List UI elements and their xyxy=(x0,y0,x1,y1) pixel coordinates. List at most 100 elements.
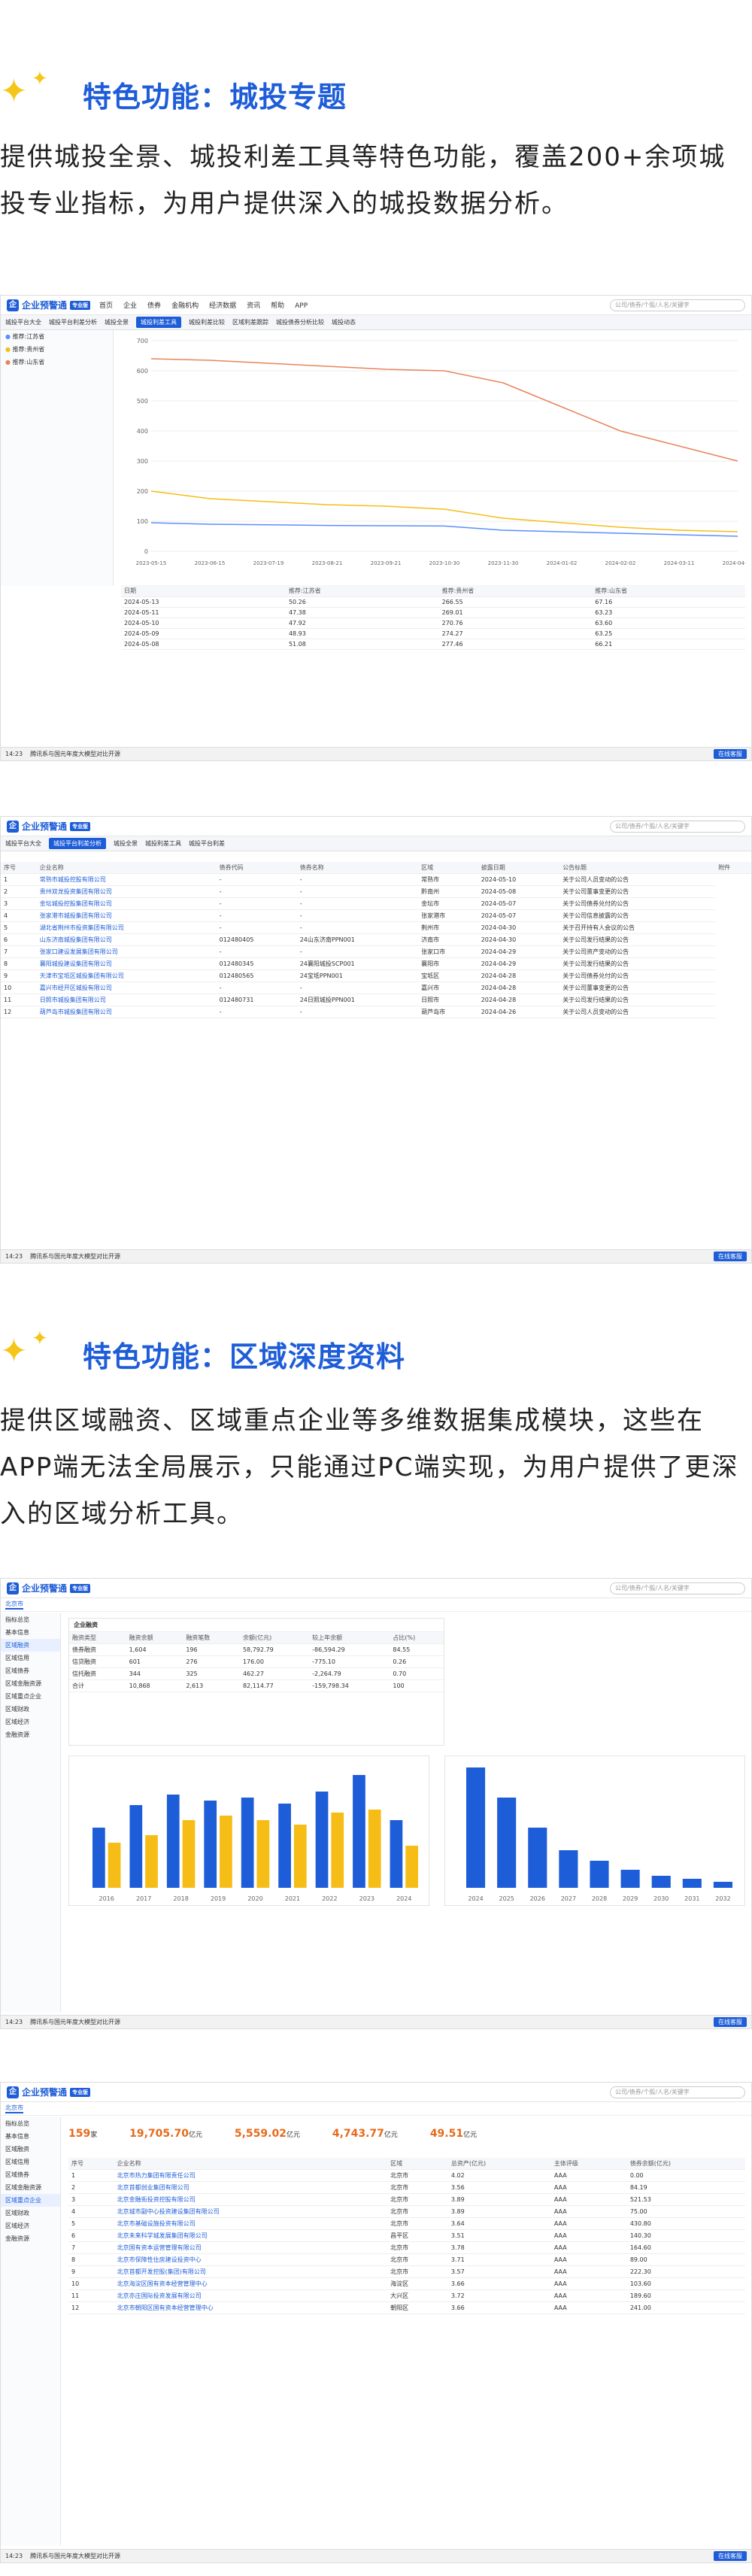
column-header[interactable]: 序号 xyxy=(1,862,37,874)
column-header[interactable]: 余额(亿元) xyxy=(239,1632,310,1644)
table-cell[interactable]: 北京市基础设施投资有限公司 xyxy=(114,2217,388,2230)
table-row[interactable]: 2024-05-11 47.38 269.01 63.23 xyxy=(121,607,745,618)
tab[interactable]: 城投全景 xyxy=(105,318,129,326)
sidebar-item[interactable]: 指标总览 xyxy=(1,2117,60,2130)
column-header[interactable]: 序号 xyxy=(68,2158,114,2170)
column-header[interactable]: 融资余额 xyxy=(126,1632,183,1644)
online-service-button[interactable]: 在线客服 xyxy=(714,749,747,759)
table-cell[interactable]: 日照市城投集团有限公司 xyxy=(36,994,217,1006)
table-row[interactable]: 12 北京市朝阳区国有资本经营管理中心 朝阳区 3.66 AAA 241.00 xyxy=(68,2301,745,2314)
tab[interactable]: 城投债券分析比较 xyxy=(276,318,324,326)
column-header[interactable]: 附件 xyxy=(715,862,751,874)
table-cell[interactable]: 贵州双龙投资集团有限公司 xyxy=(36,885,217,898)
sidebar-item[interactable]: 区域债券 xyxy=(1,1664,60,1677)
sidebar-item[interactable]: 区域信用 xyxy=(1,2156,60,2168)
sidebar-item[interactable]: 区域经济 xyxy=(1,2219,60,2232)
table-cell[interactable]: 金坛城投控股集团有限公司 xyxy=(36,897,217,910)
sidebar-item-active[interactable]: 区域重点企业 xyxy=(1,2194,60,2207)
sidebar-item[interactable]: 区域金融资源 xyxy=(1,2181,60,2194)
search-input[interactable]: 公司/债券/个股/人名/关键字 xyxy=(610,299,745,311)
nav-item[interactable]: 经济数据 xyxy=(209,302,236,310)
table-row[interactable]: 8 北京市保障性住房建设投资中心 北京市 3.71 AAA 89.00 xyxy=(68,2253,745,2266)
app-logo[interactable]: 企企业预警通 专业版 xyxy=(7,2086,91,2098)
sidebar-item[interactable]: 区域金融资源 xyxy=(1,1677,60,1690)
app-logo[interactable]: 企企业预警通 专业版 xyxy=(7,820,91,833)
column-header[interactable]: 推荐:山东省 xyxy=(592,585,745,597)
column-header[interactable]: 企业名称 xyxy=(114,2158,388,2170)
column-header[interactable]: 占比(%) xyxy=(390,1632,444,1644)
column-header[interactable]: 债券余额(亿元) xyxy=(626,2158,745,2170)
column-header[interactable]: 债券代码 xyxy=(216,862,297,874)
tab[interactable]: 城投全景 xyxy=(114,839,138,848)
table-row[interactable]: 8 襄阳城投建设集团有限公司 012480345 24襄阳城投SCP001 襄阳市 202… xyxy=(1,957,751,970)
column-header[interactable]: 日期 xyxy=(121,585,286,597)
table-row[interactable]: 2024-05-09 48.93 274.27 63.25 xyxy=(121,628,745,639)
table-cell[interactable]: 北京金融街投资控股有限公司 xyxy=(114,2193,388,2206)
table-cell[interactable]: 北京首都创业集团有限公司 xyxy=(114,2181,388,2194)
tab[interactable]: 城投利差比较 xyxy=(189,318,225,326)
region-selector[interactable]: 北京市 xyxy=(5,1600,23,1610)
table-row[interactable]: 6 山东济南城投集团有限公司 012480405 24山东济南PPN001 济南市 202… xyxy=(1,933,751,946)
table-cell[interactable]: 北京国有资本运营管理有限公司 xyxy=(114,2241,388,2254)
table-cell[interactable]: 张家口建设发展集团有限公司 xyxy=(36,945,217,958)
tab[interactable]: 城投利差工具 xyxy=(145,839,181,848)
nav-item[interactable]: 资讯 xyxy=(247,302,260,310)
tab[interactable]: 城投平台利差分析 xyxy=(49,318,97,326)
table-cell[interactable]: 襄阳城投建设集团有限公司 xyxy=(36,957,217,970)
table-row[interactable]: 6 北京未来科学城发展集团有限公司 昌平区 3.51 AAA 140.30 xyxy=(68,2229,745,2242)
sidebar-item-active[interactable]: 区域融资 xyxy=(1,1639,60,1652)
table-cell[interactable]: 北京市朝阳区国有资本经营管理中心 xyxy=(114,2301,388,2314)
nav-item[interactable]: 帮助 xyxy=(271,302,284,310)
nav-item[interactable]: APP xyxy=(295,302,308,310)
online-service-button[interactable]: 在线客服 xyxy=(714,1252,747,1261)
column-header[interactable]: 披露日期 xyxy=(478,862,560,874)
table-cell[interactable]: 湖北省荆州市投资集团有限公司 xyxy=(36,921,217,934)
tab-active[interactable]: 城投利差工具 xyxy=(136,317,181,328)
sidebar-item[interactable]: 基本信息 xyxy=(1,2130,60,2143)
nav-item[interactable]: 企业 xyxy=(123,302,137,310)
table-cell[interactable]: 张家港市城投集团有限公司 xyxy=(36,909,217,922)
table-row[interactable]: 5 北京市基础设施投资有限公司 北京市 3.64 AAA 430.80 xyxy=(68,2217,745,2230)
column-header[interactable]: 债券名称 xyxy=(296,862,419,874)
nav-item[interactable]: 首页 xyxy=(99,302,113,310)
tab-active[interactable]: 城投平台利差分析 xyxy=(49,838,106,849)
table-cell[interactable]: 葫芦岛市城投集团有限公司 xyxy=(36,1006,217,1018)
table-cell[interactable]: 山东济南城投集团有限公司 xyxy=(36,933,217,946)
table-row[interactable]: 信托融资 344 325 462.27 -2,264.79 0.70 xyxy=(69,1667,444,1680)
sidebar-item[interactable]: 指标总览 xyxy=(1,1613,60,1626)
table-row[interactable]: 3 北京金融街投资控股有限公司 北京市 3.89 AAA 521.53 xyxy=(68,2193,745,2206)
table-cell[interactable]: 北京首都开发控股(集团)有限公司 xyxy=(114,2265,388,2278)
nav-item[interactable]: 债券 xyxy=(147,302,161,310)
table-row[interactable]: 2024-05-08 51.08 277.46 66.21 xyxy=(121,639,745,650)
column-header[interactable]: 企业名称 xyxy=(36,862,217,874)
table-row[interactable]: 5 湖北省荆州市投资集团有限公司 - - 荆州市 2024-04-30 关于召开持有人会议的… xyxy=(1,921,751,934)
table-row[interactable]: 2 贵州双龙投资集团有限公司 - - 黔南州 2024-05-08 关于公司董事变更的公告 xyxy=(1,885,751,898)
table-row[interactable]: 9 北京首都开发控股(集团)有限公司 北京市 3.57 AAA 222.30 xyxy=(68,2265,745,2278)
table-row[interactable]: 7 北京国有资本运营管理有限公司 北京市 3.78 AAA 164.60 xyxy=(68,2241,745,2254)
sidebar-item[interactable]: 区域财政 xyxy=(1,1703,60,1716)
table-row[interactable]: 4 张家港市城投集团有限公司 - - 张家港市 2024-05-07 关于公司信息披露的公告 xyxy=(1,909,751,922)
search-input[interactable]: 公司/债券/个股/人名/关键字 xyxy=(610,1582,745,1594)
sidebar-item[interactable]: 金融资源 xyxy=(1,1728,60,1741)
table-row[interactable]: 10 北京海淀区国有资本经营管理中心 海淀区 3.66 AAA 103.60 xyxy=(68,2277,745,2290)
sidebar-item[interactable]: 基本信息 xyxy=(1,1626,60,1639)
table-row[interactable]: 2 北京首都创业集团有限公司 北京市 3.56 AAA 84.19 xyxy=(68,2181,745,2194)
column-header[interactable]: 融资笔数 xyxy=(183,1632,240,1644)
tab[interactable]: 城投动态 xyxy=(332,318,356,326)
table-cell[interactable]: 北京市热力集团有限责任公司 xyxy=(114,2169,388,2182)
table-row[interactable]: 3 金坛城投控股集团有限公司 - - 金坛市 2024-05-07 关于公司债券兑付的公告 xyxy=(1,897,751,910)
sidebar-item[interactable]: 区域融资 xyxy=(1,2143,60,2156)
online-service-button[interactable]: 在线客服 xyxy=(714,2551,747,2561)
table-row[interactable]: 4 北京城市副中心投资建设集团有限公司 北京市 3.89 AAA 75.00 xyxy=(68,2205,745,2218)
table-row[interactable]: 合计 10,868 2,613 82,114.77 -159,798.34 100 xyxy=(69,1679,444,1692)
table-row[interactable]: 2024-05-10 47.92 270.76 63.60 xyxy=(121,617,745,629)
table-row[interactable]: 10 嘉兴市经开区城投有限公司 - - 嘉兴市 2024-04-28 关于公司董事变更的公告 xyxy=(1,982,751,994)
table-cell[interactable]: 北京市保障性住房建设投资中心 xyxy=(114,2253,388,2266)
table-row[interactable]: 信贷融资 601 276 176.00 -775.10 0.26 xyxy=(69,1655,444,1668)
table-cell[interactable]: 嘉兴市经开区城投有限公司 xyxy=(36,982,217,994)
column-header[interactable]: 总资产(亿元) xyxy=(447,2158,551,2170)
column-header[interactable]: 公告标题 xyxy=(559,862,716,874)
sidebar-item[interactable]: 金融资源 xyxy=(1,2232,60,2245)
app-logo[interactable]: 企企业预警通 专业版 xyxy=(7,299,91,311)
table-row[interactable]: 7 张家口建设发展集团有限公司 - - 张家口市 2024-04-29 关于公司资产变动的公… xyxy=(1,945,751,958)
